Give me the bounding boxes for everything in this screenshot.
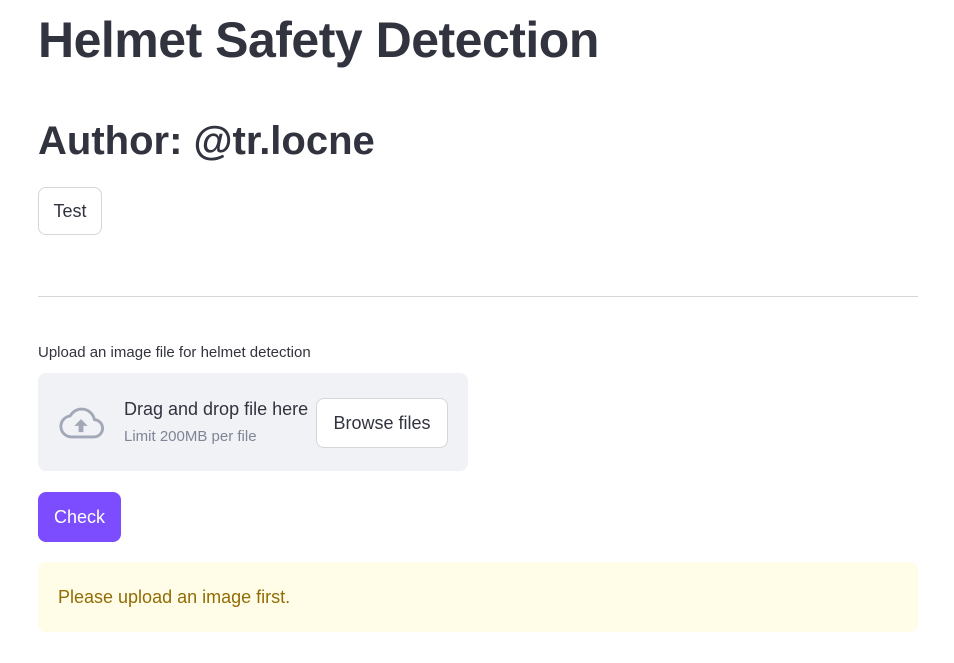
file-limit-text: Limit 200MB per file bbox=[124, 428, 257, 445]
test-button[interactable]: Test bbox=[38, 187, 102, 235]
author-heading: Author: @tr.locne bbox=[38, 119, 375, 163]
drag-drop-text: Drag and drop file here bbox=[124, 399, 309, 419]
cloud-upload-icon bbox=[59, 407, 104, 439]
warning-message: Please upload an image first. bbox=[58, 586, 291, 607]
file-dropzone[interactable]: Drag and drop file here Limit 200MB per … bbox=[38, 373, 468, 471]
check-button[interactable]: Check bbox=[38, 492, 121, 542]
warning-alert: Please upload an image first. bbox=[38, 562, 918, 632]
page-title: Helmet Safety Detection bbox=[38, 12, 599, 68]
dropzone-instructions: Drag and drop file here Limit 200MB per … bbox=[124, 397, 308, 447]
divider bbox=[38, 296, 918, 297]
app-main: Helmet Safety Detection Author: @tr.locn… bbox=[0, 0, 954, 663]
browse-files-button[interactable]: Browse files bbox=[316, 398, 448, 448]
file-uploader-label: Upload an image file for helmet detectio… bbox=[38, 344, 311, 361]
